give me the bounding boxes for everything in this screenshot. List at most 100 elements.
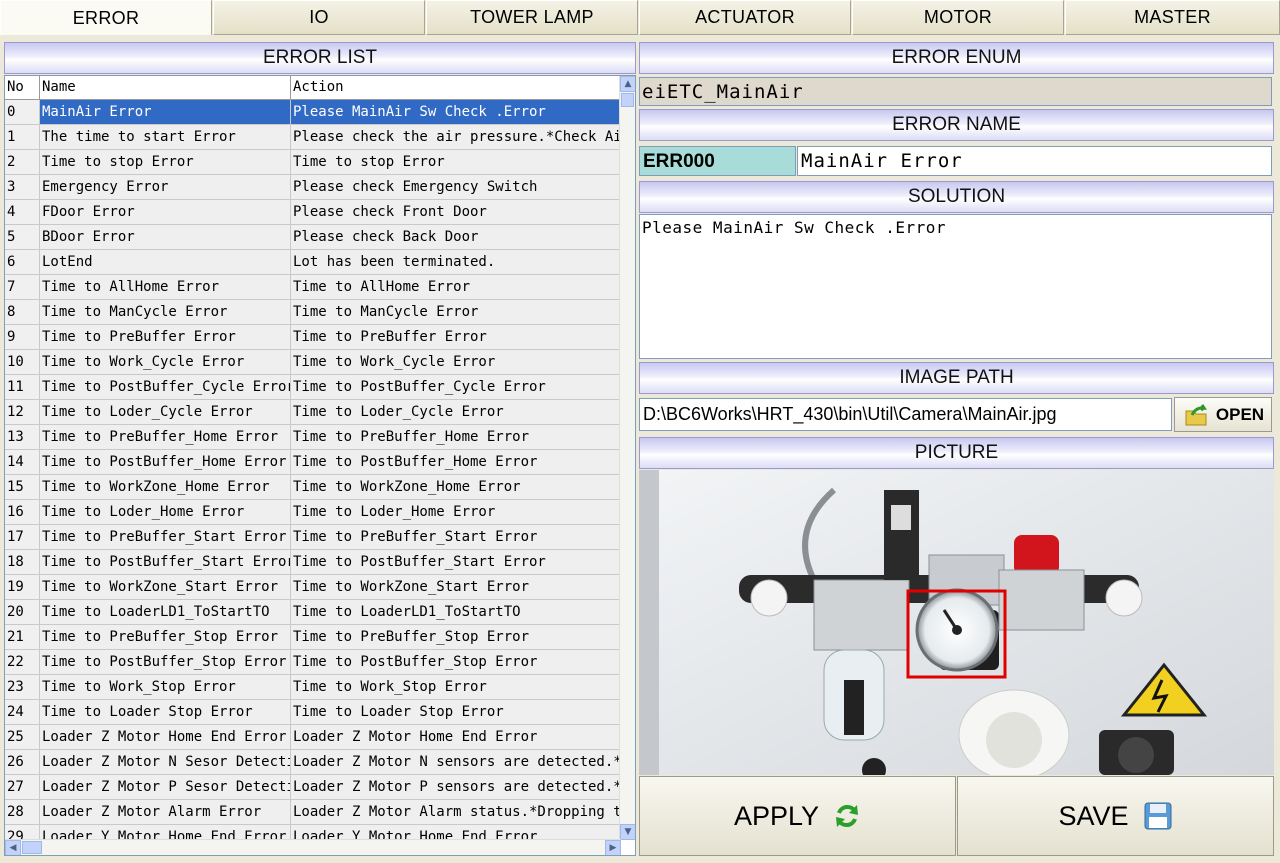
cell-no[interactable]: 8	[5, 300, 40, 324]
apply-button[interactable]: APPLY	[639, 776, 956, 856]
cell-no[interactable]: 9	[5, 325, 40, 349]
cell-no[interactable]: 20	[5, 600, 40, 624]
cell-action[interactable]: Time to AllHome Error	[291, 275, 621, 299]
table-row[interactable]: 20 Time to LoaderLD1_ToStartTO Time to Loa…	[5, 600, 621, 625]
cell-action[interactable]: Time to PostBuffer_Stop Error	[291, 650, 621, 674]
cell-action[interactable]: Time to WorkZone_Home Error	[291, 475, 621, 499]
cell-action[interactable]: Time to PostBuffer_Start Error	[291, 550, 621, 574]
scroll-down-icon[interactable]: ▼	[620, 824, 635, 840]
table-row[interactable]: 21 Time to PreBuffer_Stop Error Time to Pr…	[5, 625, 621, 650]
cell-no[interactable]: 21	[5, 625, 40, 649]
table-row[interactable]: 27 Loader Z Motor P Sesor Detectio Loader …	[5, 775, 621, 800]
scroll-left-icon[interactable]: ◀	[5, 840, 21, 855]
cell-action[interactable]: Please MainAir Sw Check .Error	[291, 100, 621, 124]
cell-name[interactable]: FDoor Error	[40, 200, 291, 224]
cell-name[interactable]: BDoor Error	[40, 225, 291, 249]
cell-name[interactable]: Time to Loader Stop Error	[40, 700, 291, 724]
cell-action[interactable]: Time to PreBuffer Error	[291, 325, 621, 349]
table-row[interactable]: 23 Time to Work_Stop Error Time to Work_St…	[5, 675, 621, 700]
table-row[interactable]: 2 Time to stop Error Time to stop Error	[5, 150, 621, 175]
error-name-field[interactable]: MainAir Error	[797, 146, 1272, 176]
horizontal-scrollbar[interactable]: ◀ ▶	[5, 839, 621, 855]
cell-name[interactable]: Time to PostBuffer_Home Error	[40, 450, 291, 474]
tab-io[interactable]: IO	[213, 0, 425, 35]
cell-name[interactable]: Time to ManCycle Error	[40, 300, 291, 324]
cell-no[interactable]: 16	[5, 500, 40, 524]
cell-name[interactable]: Time to Work_Cycle Error	[40, 350, 291, 374]
cell-name[interactable]: Time to PostBuffer_Start Error	[40, 550, 291, 574]
table-row[interactable]: 11 Time to PostBuffer_Cycle Error Time to …	[5, 375, 621, 400]
cell-name[interactable]: Time to Work_Stop Error	[40, 675, 291, 699]
table-row[interactable]: 12 Time to Loder_Cycle Error Time to Loder…	[5, 400, 621, 425]
cell-action[interactable]: Loader Z Motor Alarm status.*Dropping th…	[291, 800, 621, 824]
cell-action[interactable]: Time to PreBuffer_Home Error	[291, 425, 621, 449]
cell-no[interactable]: 15	[5, 475, 40, 499]
cell-no[interactable]: 24	[5, 700, 40, 724]
error-code-field[interactable]: ERR000	[639, 146, 796, 176]
table-row[interactable]: 22 Time to PostBuffer_Stop Error Time to P…	[5, 650, 621, 675]
column-action[interactable]: Action	[291, 76, 621, 99]
table-row[interactable]: 3 Emergency Error Please check Emergency S…	[5, 175, 621, 200]
cell-action[interactable]: Time to PostBuffer_Home Error	[291, 450, 621, 474]
cell-action[interactable]: Time to PreBuffer_Start Error	[291, 525, 621, 549]
cell-no[interactable]: 23	[5, 675, 40, 699]
cell-no[interactable]: 25	[5, 725, 40, 749]
cell-name[interactable]: LotEnd	[40, 250, 291, 274]
solution-textarea[interactable]: Please MainAir Sw Check .Error	[639, 214, 1272, 359]
cell-action[interactable]: Time to PostBuffer_Cycle Error	[291, 375, 621, 399]
cell-name[interactable]: Time to Loder_Home Error	[40, 500, 291, 524]
cell-action[interactable]: Time to Loader Stop Error	[291, 700, 621, 724]
table-row[interactable]: 25 Loader Z Motor Home End Error Loader Z …	[5, 725, 621, 750]
error-enum-field[interactable]: eiETC_MainAir	[639, 77, 1272, 106]
table-row[interactable]: 24 Time to Loader Stop Error Time to Loade…	[5, 700, 621, 725]
cell-no[interactable]: 1	[5, 125, 40, 149]
cell-action[interactable]: Time to stop Error	[291, 150, 621, 174]
cell-no[interactable]: 14	[5, 450, 40, 474]
cell-name[interactable]: Time to PostBuffer_Stop Error	[40, 650, 291, 674]
table-row[interactable]: 17 Time to PreBuffer_Start Error Time to P…	[5, 525, 621, 550]
table-row[interactable]: 8 Time to ManCycle Error Time to ManCycle …	[5, 300, 621, 325]
tab-motor[interactable]: MOTOR	[852, 0, 1064, 35]
table-row[interactable]: 5 BDoor Error Please check Back Door	[5, 225, 621, 250]
cell-name[interactable]: Loader Z Motor Alarm Error	[40, 800, 291, 824]
cell-no[interactable]: 18	[5, 550, 40, 574]
cell-no[interactable]: 3	[5, 175, 40, 199]
cell-no[interactable]: 12	[5, 400, 40, 424]
cell-name[interactable]: Time to AllHome Error	[40, 275, 291, 299]
cell-no[interactable]: 6	[5, 250, 40, 274]
scroll-thumb[interactable]	[621, 93, 634, 107]
cell-no[interactable]: 10	[5, 350, 40, 374]
cell-action[interactable]: Time to Loder_Cycle Error	[291, 400, 621, 424]
cell-name[interactable]: Emergency Error	[40, 175, 291, 199]
cell-action[interactable]: Time to Loder_Home Error	[291, 500, 621, 524]
cell-action[interactable]: Time to Work_Cycle Error	[291, 350, 621, 374]
tab-error[interactable]: ERROR	[0, 0, 212, 35]
cell-no[interactable]: 28	[5, 800, 40, 824]
table-row[interactable]: 9 Time to PreBuffer Error Time to PreBuffe…	[5, 325, 621, 350]
cell-action[interactable]: Please check Front Door	[291, 200, 621, 224]
table-row[interactable]: 14 Time to PostBuffer_Home Error Time to P…	[5, 450, 621, 475]
table-row[interactable]: 7 Time to AllHome Error Time to AllHome Er…	[5, 275, 621, 300]
table-row[interactable]: 4 FDoor Error Please check Front Door	[5, 200, 621, 225]
column-name[interactable]: Name	[40, 76, 291, 99]
open-button[interactable]: OPEN	[1174, 397, 1272, 432]
tab-tower-lamp[interactable]: TOWER LAMP	[426, 0, 638, 35]
cell-name[interactable]: Time to WorkZone_Home Error	[40, 475, 291, 499]
cell-action[interactable]: Time to ManCycle Error	[291, 300, 621, 324]
table-row[interactable]: 28 Loader Z Motor Alarm Error Loader Z Mot…	[5, 800, 621, 825]
table-row[interactable]: 18 Time to PostBuffer_Start Error Time to …	[5, 550, 621, 575]
scroll-up-icon[interactable]: ▲	[620, 76, 635, 92]
cell-name[interactable]: Time to Loder_Cycle Error	[40, 400, 291, 424]
table-row[interactable]: 15 Time to WorkZone_Home Error Time to Wor…	[5, 475, 621, 500]
cell-no[interactable]: 11	[5, 375, 40, 399]
cell-action[interactable]: Loader Z Motor Home End Error	[291, 725, 621, 749]
cell-no[interactable]: 0	[5, 100, 40, 124]
table-row[interactable]: 13 Time to PreBuffer_Home Error Time to Pr…	[5, 425, 621, 450]
cell-action[interactable]: Please check Back Door	[291, 225, 621, 249]
cell-action[interactable]: Loader Z Motor N sensors are detected.*N	[291, 750, 621, 774]
save-button[interactable]: SAVE	[957, 776, 1274, 856]
scroll-right-icon[interactable]: ▶	[605, 840, 621, 855]
cell-no[interactable]: 4	[5, 200, 40, 224]
table-row[interactable]: 16 Time to Loder_Home Error Time to Loder_…	[5, 500, 621, 525]
cell-name[interactable]: Time to PreBuffer_Home Error	[40, 425, 291, 449]
